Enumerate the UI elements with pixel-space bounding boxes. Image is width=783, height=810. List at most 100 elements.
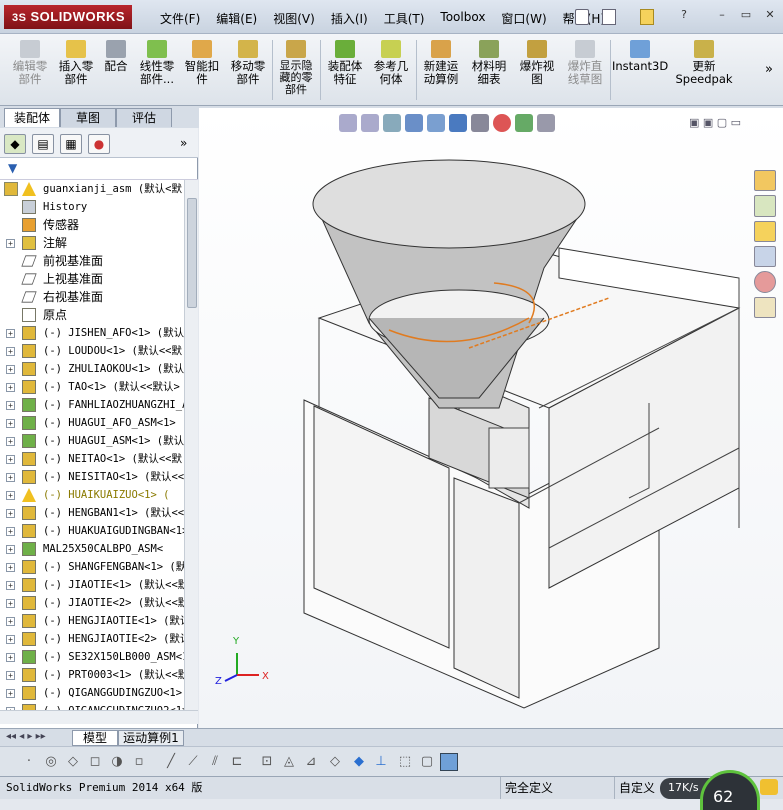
solid-icon[interactable]: ▢ — [418, 753, 436, 771]
tree-item[interactable]: + (-) ZHULIAOKOU<1> (默认 — [0, 360, 184, 378]
tree-item[interactable]: + (-) JIAOTIE<2> (默认<<默 — [0, 594, 184, 612]
expand-icon[interactable]: + — [6, 617, 15, 626]
expand-icon[interactable]: + — [6, 509, 15, 518]
tree-item[interactable]: + (-) HENGBAN1<1> (默认<< — [0, 504, 184, 522]
design-library-icon[interactable] — [754, 195, 776, 217]
cube-icon[interactable]: ◆ — [350, 753, 368, 771]
tree-item[interactable]: + (-) HUAIKUAIZUO<1> ( — [0, 486, 184, 504]
menu-window[interactable]: 窗口(W) — [493, 10, 554, 27]
tree-item[interactable]: + (-) PRT0003<1> (默认<<默 — [0, 666, 184, 684]
tree-item[interactable]: + 注解 — [0, 234, 184, 252]
restore-button[interactable]: ▭ — [738, 9, 754, 22]
edit-component-button[interactable]: 编辑零 部件 — [6, 40, 54, 86]
offset-icon[interactable]: ⊏ — [228, 753, 246, 771]
expand-icon[interactable]: + — [6, 581, 15, 590]
tree-item[interactable]: 原点 — [0, 306, 184, 324]
dimension-icon[interactable]: ⊡ — [258, 753, 276, 771]
appearances-icon[interactable] — [754, 271, 776, 293]
reference-geometry-button[interactable]: 参考几 何体 — [370, 40, 412, 86]
expand-icon[interactable]: + — [6, 329, 15, 338]
bom-button[interactable]: 材料明 细表 — [468, 40, 510, 86]
update-speedpak-button[interactable]: 更新 Speedpak — [674, 40, 734, 86]
explode-line-sketch-button[interactable]: 爆炸直 线草图 — [562, 40, 608, 86]
tree-item[interactable]: + (-) NEISITAO<1> (默认<< — [0, 468, 184, 486]
shaded-cube-icon[interactable] — [440, 753, 458, 771]
chevron-right-icon[interactable]: » — [765, 62, 773, 77]
mate-button[interactable]: 配合 — [100, 40, 132, 73]
linear-pattern-button[interactable]: 线性零 部件... — [136, 40, 178, 86]
tree-item[interactable]: + (-) SE32X150LB000_ASM<1 — [0, 648, 184, 666]
menu-file[interactable]: 文件(F) — [152, 10, 208, 27]
tree-item[interactable]: + (-) NEITAO<1> (默认<<默 — [0, 450, 184, 468]
tree-item[interactable]: 右视基准面 — [0, 288, 184, 306]
exploded-view-button[interactable]: 爆炸视 图 — [516, 40, 558, 86]
tab-evaluate[interactable]: 评估 — [116, 108, 172, 127]
assembly-feature-button[interactable]: 装配体 特征 — [324, 40, 366, 86]
tree-item[interactable]: + (-) TAO<1> (默认<<默认> — [0, 378, 184, 396]
arc-icon[interactable]: ◑ — [108, 753, 126, 771]
mirror-icon[interactable]: ⫽ — [206, 753, 224, 771]
expand-icon[interactable]: + — [6, 599, 15, 608]
file-explorer-icon[interactable] — [754, 220, 776, 242]
expand-panel-icon[interactable]: » — [180, 136, 187, 150]
pin-icon[interactable] — [575, 9, 589, 25]
axis-icon[interactable]: ⊥ — [372, 753, 390, 771]
graphics-area[interactable]: ▣ ▣ ▢ ▭ Y X Z — [199, 108, 783, 728]
expand-icon[interactable]: + — [6, 383, 15, 392]
new-document-icon[interactable] — [602, 9, 616, 25]
show-hidden-button[interactable]: 显示隐 藏的零 部件 — [276, 40, 316, 96]
tree-item[interactable]: + (-) HUAGUI_ASM<1> (默认 — [0, 432, 184, 450]
expand-icon[interactable]: + — [6, 347, 15, 356]
move-component-button[interactable]: 移动零 部件 — [228, 40, 268, 86]
tab-sketch[interactable]: 草图 — [60, 108, 116, 127]
menu-edit[interactable]: 编辑(E) — [208, 10, 265, 27]
expand-icon[interactable]: + — [6, 419, 15, 428]
expand-icon[interactable]: + — [6, 527, 15, 536]
expand-icon[interactable]: + — [6, 455, 15, 464]
motion-study-button[interactable]: 新建运 动算例 — [420, 40, 462, 86]
open-folder-icon[interactable] — [640, 9, 654, 25]
expand-icon[interactable]: + — [6, 653, 15, 662]
expand-icon[interactable]: + — [6, 491, 15, 500]
line-icon[interactable]: ╱ — [162, 753, 180, 771]
tree-item[interactable]: + (-) SHANGFENGBAN<1> (默 — [0, 558, 184, 576]
close-button[interactable]: ✕ — [762, 9, 778, 22]
tree-item[interactable]: History — [0, 198, 184, 216]
expand-icon[interactable]: + — [6, 239, 15, 248]
tree-item[interactable]: + (-) HENGJIAOTIE<1> (默认 — [0, 612, 184, 630]
menu-view[interactable]: 视图(V) — [265, 10, 323, 27]
tree-item[interactable]: + (-) HENGJIAOTIE<2> (默认 — [0, 630, 184, 648]
configuration-manager-icon[interactable]: ▦ — [60, 134, 82, 154]
expand-icon[interactable]: + — [6, 545, 15, 554]
box-icon[interactable]: ◻ — [86, 753, 104, 771]
menu-toolbox[interactable]: Toolbox — [432, 10, 493, 27]
expand-icon[interactable]: + — [6, 365, 15, 374]
expand-icon[interactable]: + — [6, 563, 15, 572]
expand-icon[interactable]: + — [6, 635, 15, 644]
circle-icon[interactable]: ◎ — [42, 753, 60, 771]
expand-icon[interactable]: + — [6, 473, 15, 482]
relation-icon[interactable]: ◬ — [280, 753, 298, 771]
fix-icon[interactable]: ⊿ — [302, 753, 320, 771]
solidworks-logo[interactable]: 3S SOLIDWORKS — [4, 5, 132, 29]
expand-icon[interactable]: + — [6, 671, 15, 680]
tree-item[interactable]: 前视基准面 — [0, 252, 184, 270]
tree-root[interactable]: guanxianji_asm (默认<默 — [0, 180, 184, 198]
tab-nav-arrows[interactable]: ◂◂ ◂ ▸ ▸▸ — [6, 731, 46, 742]
plane-icon[interactable]: ◇ — [326, 753, 344, 771]
tree-item[interactable]: +(-) QIGANGGUDINGZUO2<1> — [0, 702, 184, 710]
feature-tree-icon[interactable]: ◆ — [4, 134, 26, 154]
trim-icon[interactable]: ⟋ — [184, 753, 202, 771]
point-icon[interactable]: · — [20, 753, 38, 771]
notification-icon[interactable] — [760, 779, 778, 795]
home-icon[interactable] — [754, 170, 776, 192]
tree-item[interactable]: + (-) LOUDOU<1> (默认<<默 — [0, 342, 184, 360]
tab-model[interactable]: 模型 — [72, 730, 118, 746]
tree-item[interactable]: + MAL25X50CALBPO_ASM< — [0, 540, 184, 558]
square-icon[interactable]: ▫ — [130, 753, 148, 771]
tree-item[interactable]: 传感器 — [0, 216, 184, 234]
help-question-icon[interactable]: ? — [676, 9, 692, 22]
scroll-thumb[interactable] — [187, 198, 197, 308]
tab-motion-study[interactable]: 运动算例1 — [118, 730, 184, 746]
tree-item[interactable]: + (-) JIAOTIE<1> (默认<<默 — [0, 576, 184, 594]
